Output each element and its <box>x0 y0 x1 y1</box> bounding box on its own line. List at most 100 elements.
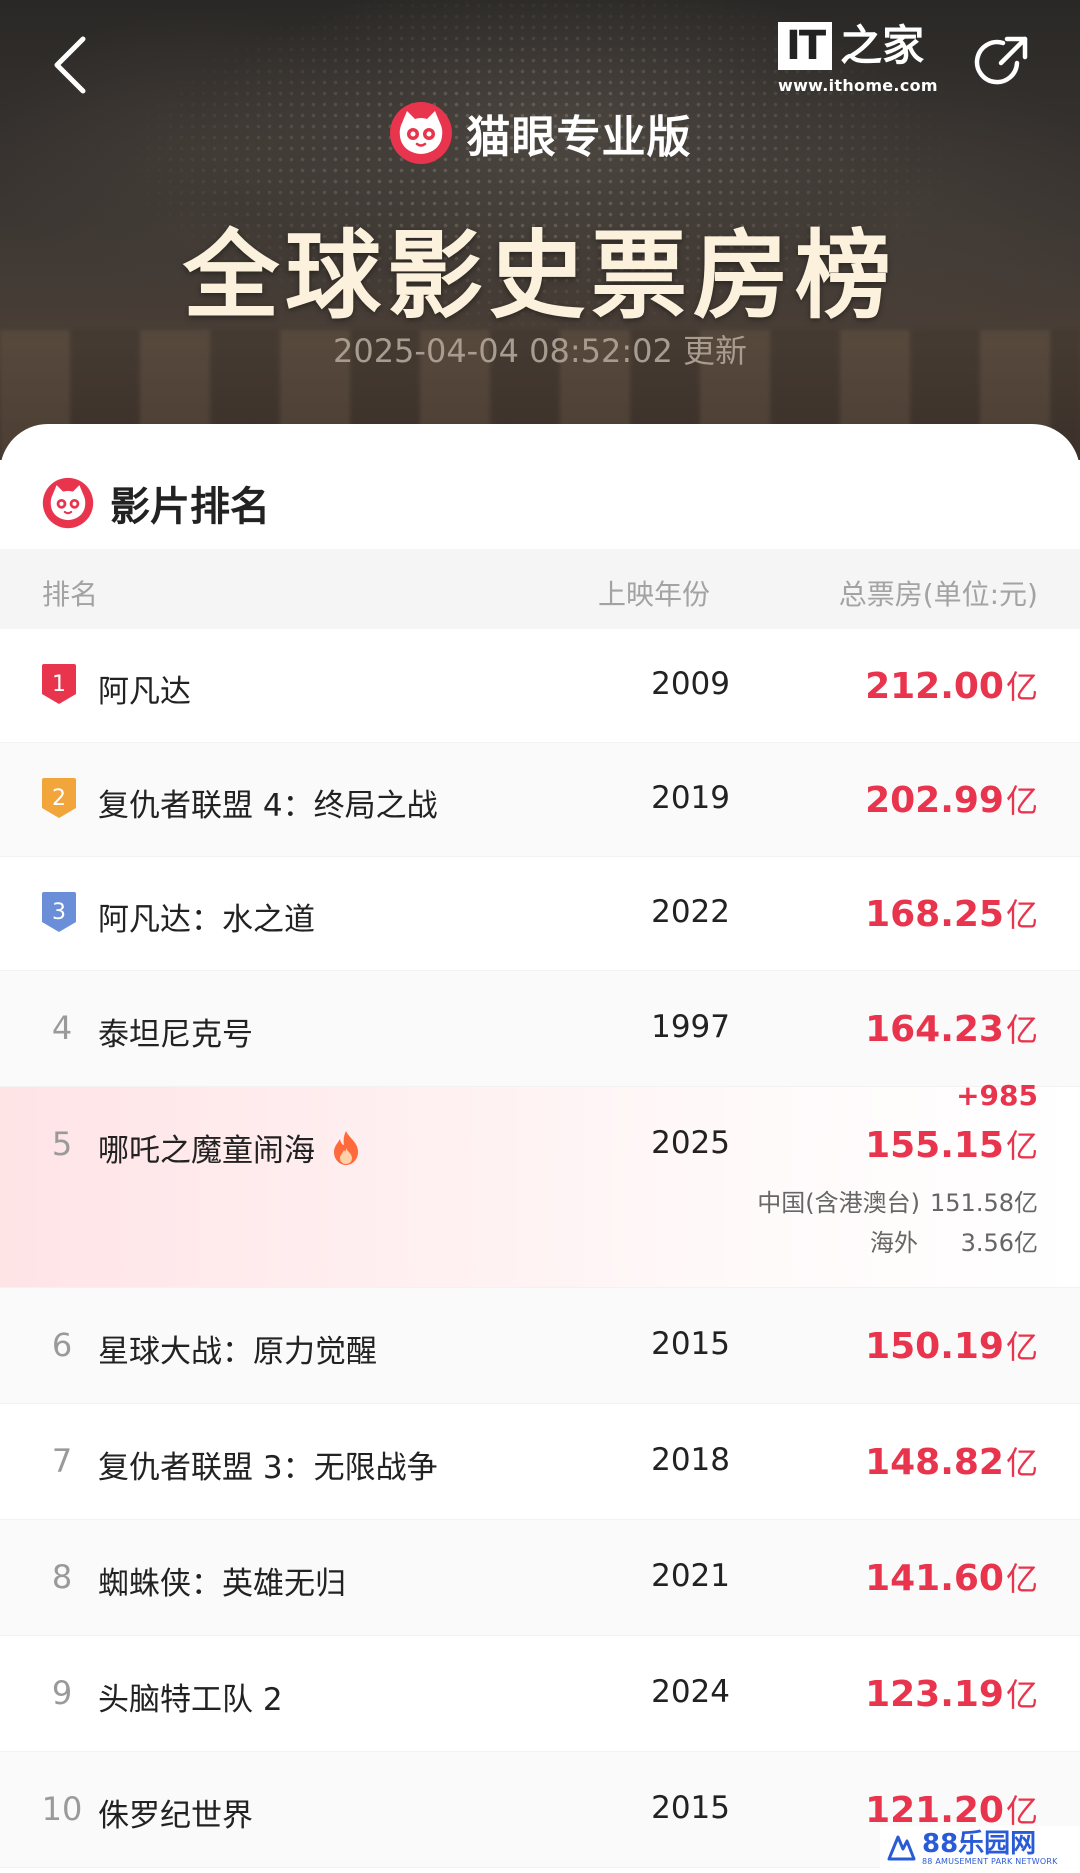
chevron-left-icon <box>54 36 86 94</box>
box-office-value: 141.60 <box>865 1558 1004 1599</box>
box-office-total: 202.99亿 <box>865 776 1038 822</box>
share-button[interactable] <box>968 28 1038 98</box>
rank-number: 10 <box>41 1790 83 1828</box>
movie-title: 星球大战：原力觉醒 <box>98 1334 377 1370</box>
box-office-unit: 亿 <box>1005 896 1038 934</box>
box-office-unit: 亿 <box>1005 1011 1038 1049</box>
rank-badge-orange-icon: 2 <box>42 778 76 818</box>
daily-increase: +985 <box>956 1079 1038 1112</box>
movie-title: 泰坦尼克号 <box>98 1017 253 1053</box>
watermark-subtext: 88 AMUSEMENT PARK NETWORK <box>922 1856 1058 1866</box>
watermark-text: 88乐园网 <box>922 1828 1037 1859</box>
ithome-logo-it: IT <box>778 22 833 70</box>
box-office-value: 164.23 <box>865 1009 1004 1050</box>
rank-badge-blue-icon: 3 <box>42 892 76 932</box>
box-office-value: 148.82 <box>865 1442 1004 1483</box>
box-office-breakdown-china: 中国(含港澳台) 151.58亿 <box>757 1183 1038 1218</box>
movie-title-wrapper: 哪吒之魔童闹海 <box>98 1125 361 1170</box>
release-year: 1997 <box>651 1009 730 1045</box>
movie-title: 阿凡达：水之道 <box>98 902 315 938</box>
box-office-unit: 亿 <box>1005 668 1038 706</box>
column-header-gross: 总票房(单位:元) <box>838 578 1038 611</box>
movie-title: 侏罗纪世界 <box>98 1798 253 1834</box>
rank-number: 1 <box>52 672 66 697</box>
section-header: 影片排名 <box>42 468 270 538</box>
brand-name: 猫眼专业版 <box>466 112 692 163</box>
movie-title: 阿凡达 <box>98 674 191 710</box>
box-office-value: 123.19 <box>865 1674 1004 1715</box>
table-row[interactable]: 3 阿凡达：水之道 2022 168.25亿 <box>0 857 1080 971</box>
release-year: 2015 <box>651 1790 730 1826</box>
rank-number: 6 <box>51 1326 73 1364</box>
release-year: 2015 <box>651 1326 730 1362</box>
maoyan-cat-logo-icon <box>389 102 452 164</box>
ranking-list: 1 阿凡达 2009 212.00亿 2 复仇者联盟 4：终局之战 2019 2… <box>0 629 1080 1868</box>
share-icon <box>974 36 1028 85</box>
breakdown-value: 151.58亿 <box>930 1189 1038 1217</box>
rank-number: 8 <box>51 1558 73 1596</box>
table-row[interactable]: 1 阿凡达 2009 212.00亿 <box>0 629 1080 743</box>
table-row[interactable]: 8 蜘蛛侠：英雄无归 2021 141.60亿 <box>0 1520 1080 1636</box>
box-office-total: 148.82亿 <box>865 1438 1038 1484</box>
box-office-total: 150.19亿 <box>865 1322 1038 1368</box>
breakdown-label: 中国(含港澳台) <box>757 1189 921 1217</box>
rank-number: 4 <box>51 1009 73 1047</box>
release-year: 2022 <box>651 894 730 930</box>
ithome-url: www.ithome.com <box>778 76 938 95</box>
release-year: 2021 <box>651 1558 730 1594</box>
page-title: 全球影史票房榜 <box>183 220 897 332</box>
table-row[interactable]: 6 星球大战：原力觉醒 2015 150.19亿 <box>0 1288 1080 1404</box>
rank-badge-gold-icon: 1 <box>42 664 76 704</box>
movie-title: 头脑特工队 2 <box>98 1682 283 1718</box>
release-year: 2025 <box>651 1125 730 1161</box>
box-office-total: 212.00亿 <box>865 662 1038 708</box>
release-year: 2009 <box>651 666 730 702</box>
box-office-total: 123.19亿 <box>865 1670 1038 1716</box>
maoyan-cat-small-icon <box>42 477 94 529</box>
box-office-total: 168.25亿 <box>865 890 1038 936</box>
brand: 猫眼专业版 <box>0 98 1080 168</box>
box-office-unit: 亿 <box>1005 1328 1038 1366</box>
box-office-unit: 亿 <box>1005 1676 1038 1714</box>
rank-number: 3 <box>52 900 66 925</box>
movie-title: 复仇者联盟 3：无限战争 <box>98 1450 438 1486</box>
movie-title: 蜘蛛侠：英雄无归 <box>98 1566 346 1602</box>
box-office-unit: 亿 <box>1005 1560 1038 1598</box>
box-office-value: 155.15 <box>865 1125 1004 1166</box>
movie-title: 哪吒之魔童闹海 <box>98 1133 315 1169</box>
box-office-unit: 亿 <box>1005 782 1038 820</box>
release-year: 2019 <box>651 780 730 816</box>
column-header: 排名 上映年份 总票房(单位:元) <box>0 549 1080 629</box>
header-banner: IT 之家 www.ithome.com 猫眼专业版 全球影史票房榜 2025-… <box>0 0 1080 460</box>
box-office-total: 155.15亿 <box>865 1121 1038 1167</box>
ithome-logo-cn: 之家 <box>840 21 925 70</box>
table-row[interactable]: 9 头脑特工队 2 2024 123.19亿 <box>0 1636 1080 1752</box>
table-row-highlighted[interactable]: 5 哪吒之魔童闹海 2025 +985 155.15亿 中国(含港澳台) 151.… <box>0 1079 1080 1288</box>
box-office-unit: 亿 <box>1005 1127 1038 1165</box>
box-office-total: 141.60亿 <box>865 1554 1038 1600</box>
table-row[interactable]: 4 泰坦尼克号 1997 164.23亿 <box>0 971 1080 1087</box>
table-row[interactable]: 2 复仇者联盟 4：终局之战 2019 202.99亿 <box>0 743 1080 857</box>
section-title: 影片排名 <box>110 484 270 530</box>
update-timestamp: 2025-04-04 08:52:02 更新 <box>332 332 748 370</box>
box-office-value: 168.25 <box>865 894 1004 935</box>
ranking-card: 影片排名 排名 上映年份 总票房(单位:元) 1 阿凡达 2009 212.00… <box>0 424 1080 1873</box>
rank-number: 2 <box>52 786 66 811</box>
rank-number: 5 <box>51 1125 73 1163</box>
fire-icon <box>334 1130 358 1165</box>
box-office-value: 212.00 <box>865 666 1004 707</box>
rank-number: 7 <box>51 1442 73 1480</box>
box-office-breakdown-overseas: 海外 3.56亿 <box>870 1223 1038 1258</box>
watermark-logo-icon <box>887 1835 916 1861</box>
site-watermark: 88乐园网 88 AMUSEMENT PARK NETWORK <box>880 1826 1080 1870</box>
rank-number: 9 <box>51 1674 73 1712</box>
back-button[interactable] <box>40 30 100 100</box>
release-year: 2024 <box>651 1674 730 1710</box>
breakdown-value: 3.56亿 <box>960 1229 1038 1257</box>
box-office-value: 121.20 <box>865 1790 1004 1831</box>
column-header-rank: 排名 <box>42 578 99 611</box>
box-office-value: 202.99 <box>865 780 1004 821</box>
column-header-year: 上映年份 <box>598 578 711 611</box>
table-row[interactable]: 7 复仇者联盟 3：无限战争 2018 148.82亿 <box>0 1404 1080 1520</box>
box-office-value: 150.19 <box>865 1326 1004 1367</box>
